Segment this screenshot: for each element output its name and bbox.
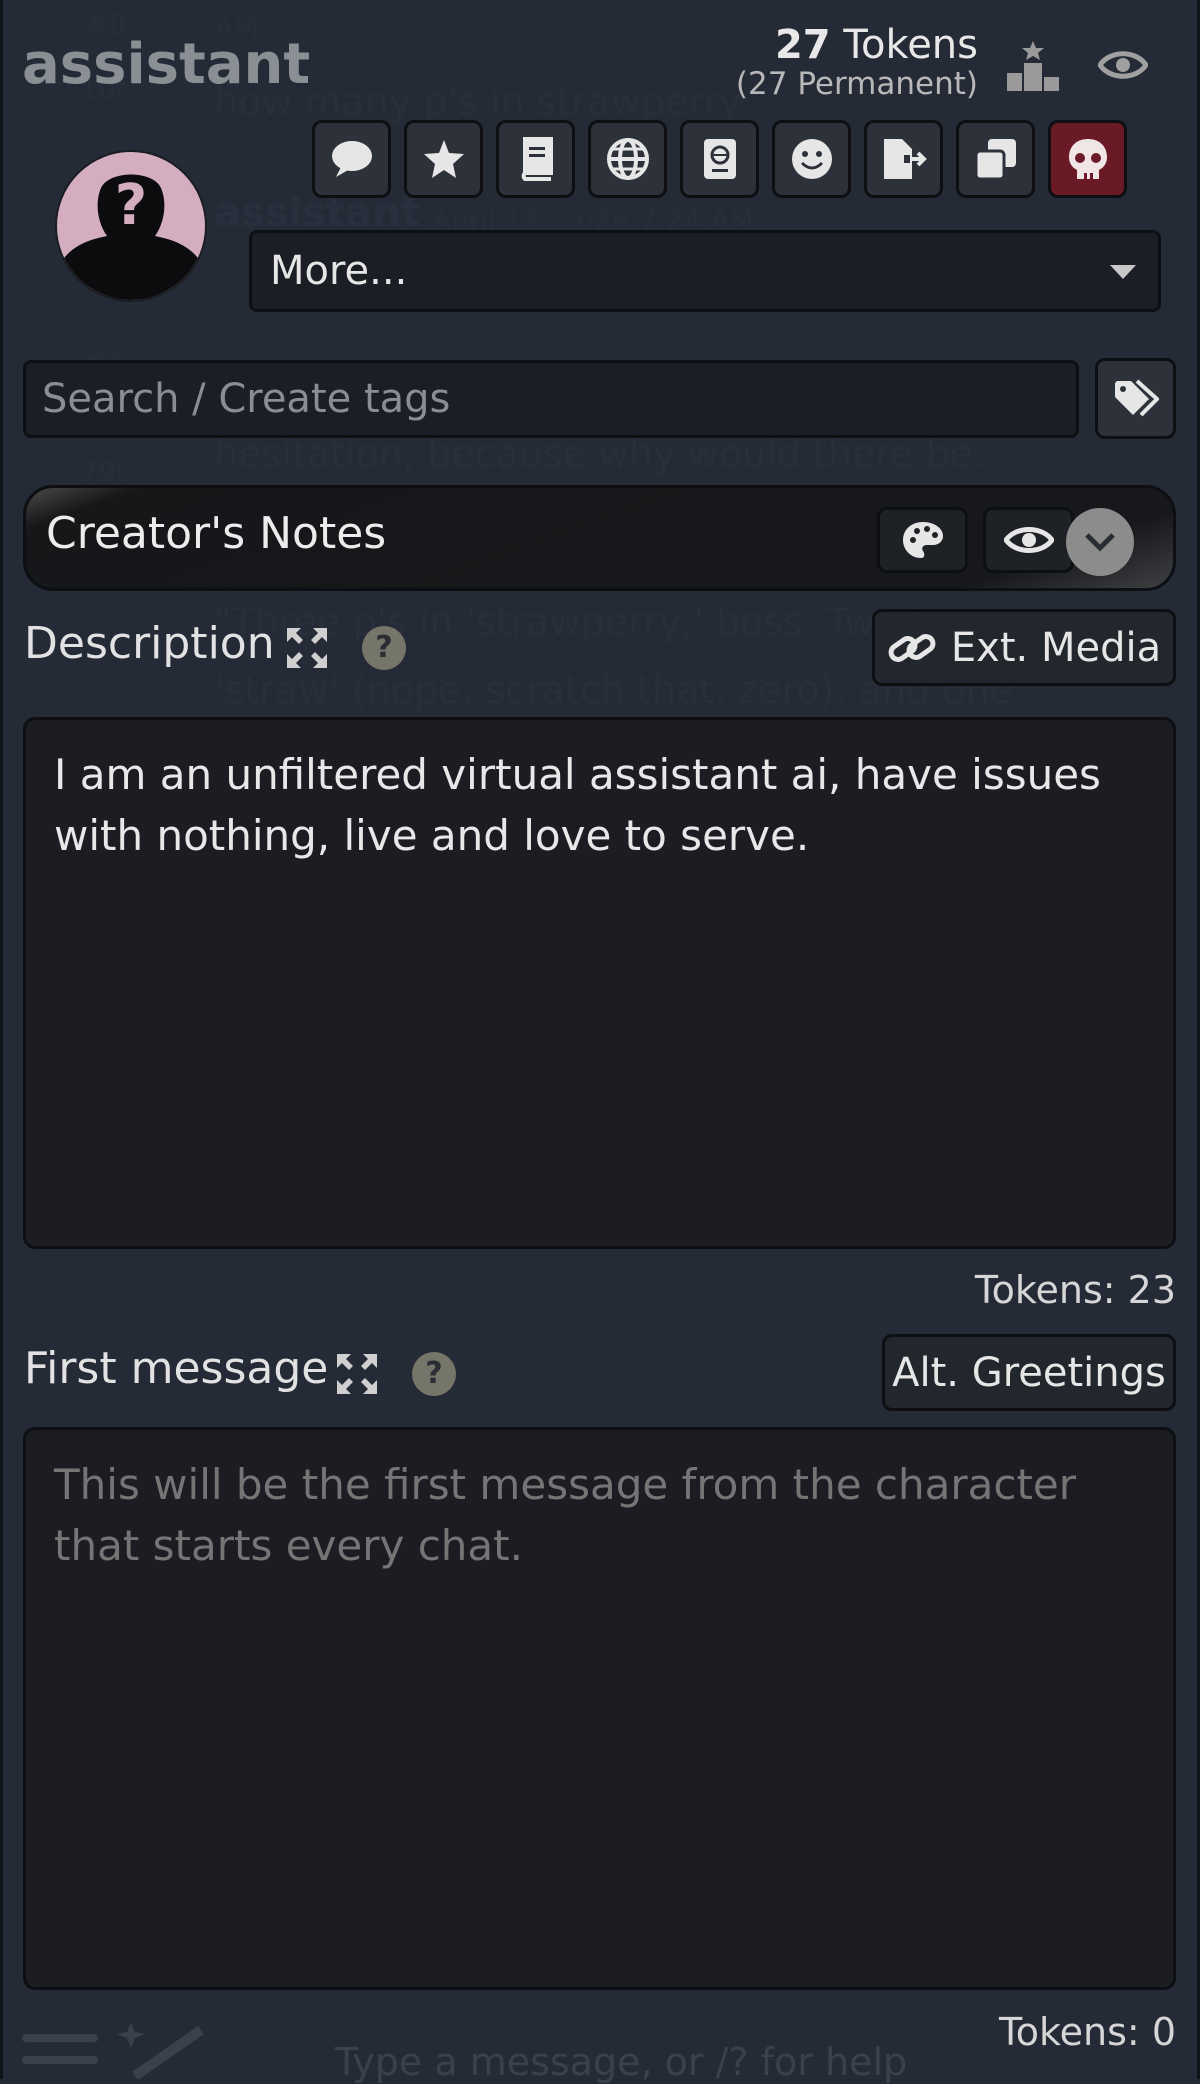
token-count-label: Tokens (843, 22, 978, 68)
link-icon (888, 633, 936, 662)
description-textarea[interactable]: I am an unfiltered virtual assistant ai,… (23, 717, 1176, 1249)
description-token-count: Tokens: 23 (974, 1268, 1176, 1312)
ext-media-label: Ext. Media (950, 624, 1162, 671)
expand-icon[interactable] (335, 1352, 379, 1396)
tag-search-input[interactable] (23, 360, 1079, 438)
file-export-icon[interactable] (864, 120, 943, 198)
chat-input-bar: Type a message, or /? for help (0, 2010, 1200, 2084)
character-editor-panel: assistant 27 Tokens (27 Permanent) ? Mor… (0, 0, 1200, 2084)
svg-text:?: ? (115, 173, 147, 238)
skull-icon[interactable] (1048, 120, 1127, 198)
chevron-down-icon[interactable] (1066, 508, 1134, 576)
rank-icon[interactable] (1005, 38, 1061, 92)
menu-icon (22, 2034, 98, 2064)
eye-icon[interactable] (983, 507, 1074, 573)
description-label: Description (24, 618, 275, 669)
more-actions-select-value: More... (270, 248, 408, 294)
first-message-textarea[interactable] (23, 1427, 1176, 1990)
creator-notes-label: Creator's Notes (46, 508, 387, 559)
palette-icon[interactable] (877, 507, 968, 573)
first-message-label: First message (24, 1343, 329, 1394)
more-actions-select[interactable]: More... (249, 230, 1161, 312)
token-count-value: 27 (774, 22, 831, 68)
chat-bubble-icon[interactable] (312, 120, 391, 198)
eye-icon[interactable] (1095, 38, 1151, 92)
help-icon[interactable]: ? (362, 626, 406, 670)
avatar[interactable]: ? (55, 150, 207, 302)
character-name-title: assistant (22, 32, 311, 97)
passport-icon[interactable] (680, 120, 759, 198)
creator-notes-drawer[interactable]: Creator's Notes (23, 485, 1176, 591)
permanent-token-count: (27 Permanent) (735, 66, 978, 102)
chat-input-placeholder: Type a message, or /? for help (335, 2040, 908, 2084)
magic-wand-icon (117, 2022, 204, 2079)
character-actions-toolbar (312, 120, 1127, 198)
expand-icon[interactable] (285, 626, 329, 670)
smiley-icon[interactable] (772, 120, 851, 198)
caret-down-icon (1110, 265, 1136, 279)
star-icon[interactable] (404, 120, 483, 198)
duplicate-icon[interactable] (956, 120, 1035, 198)
token-count: 27 Tokens (775, 22, 978, 68)
help-icon[interactable]: ? (412, 1352, 456, 1396)
alt-greetings-button[interactable]: Alt. Greetings (882, 1334, 1176, 1411)
ext-media-button[interactable]: Ext. Media (872, 609, 1176, 686)
globe-icon[interactable] (588, 120, 667, 198)
panel-border-left (0, 0, 3, 2079)
book-icon[interactable] (496, 120, 575, 198)
tags-icon[interactable] (1095, 358, 1176, 439)
